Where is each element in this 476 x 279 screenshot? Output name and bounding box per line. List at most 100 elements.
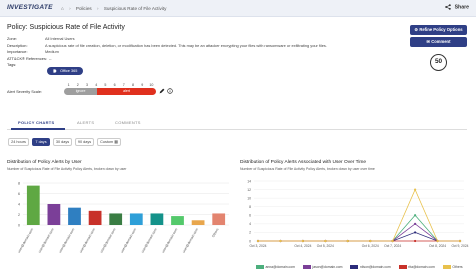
legend-label: jason@domain.com [312,265,343,269]
legend-swatch [398,265,407,269]
severity-number: 6 [113,83,116,87]
detail-value: All Internal Users [45,36,75,41]
breadcrumb-separator: › [97,5,99,11]
y-tick-label: 10 [247,196,251,200]
legend-item[interactable]: nilson@domain.com [350,264,391,270]
series-line [258,232,460,242]
x-tick-label: Oct 6, 2024 [362,244,379,248]
bar[interactable] [88,210,102,225]
x-tick-label: user@domain.com [99,227,116,253]
range-24-hours-button[interactable]: 24 hours [8,138,29,146]
bar[interactable] [150,213,164,225]
bar[interactable] [26,185,40,225]
legend-swatch [442,265,451,269]
detail-label: Description: [7,42,28,48]
data-point[interactable] [414,188,417,191]
line-chart-legend: anna@domain.com jason@domain.com nilson@do… [256,264,466,270]
tag-chip[interactable]: Office 365 [47,67,84,75]
data-point[interactable] [414,231,417,234]
refine-policy-options-button[interactable]: ⚙ Refine Policy Options [410,25,467,35]
data-point[interactable] [391,239,394,243]
severity-high-segment: alert [97,88,156,95]
severity-number: 3 [86,83,88,87]
tab-alerts[interactable]: ALERTS [77,120,94,125]
legend-swatch [256,265,264,269]
x-tick-label: Oct 3, 2024 [249,244,266,248]
custom-label: Custom [100,140,114,144]
bar[interactable] [191,220,205,225]
calendar-icon: ▦ [114,140,118,144]
bar[interactable] [109,213,123,225]
range-90-days-button[interactable]: 90 days [75,138,94,146]
data-point[interactable] [414,239,417,243]
legend-item[interactable]: rita@domain.com [398,264,435,270]
data-point[interactable] [369,239,372,243]
data-point[interactable] [414,222,417,225]
bar[interactable] [47,204,61,225]
x-tick-label: Others [211,227,220,238]
data-point[interactable] [256,239,260,243]
bar[interactable] [171,216,184,225]
severity-number: 8 [132,83,134,87]
legend-item[interactable]: Others [442,264,463,270]
edit-pencil-icon[interactable] [159,88,165,94]
data-point[interactable] [458,239,462,243]
x-tick-label: user@domain.com [161,227,178,253]
legend-item[interactable]: anna@domain.com [256,264,295,270]
info-icon[interactable] [167,88,173,94]
share-label: Share [454,4,469,11]
legend-label: anna@domain.com [265,265,295,269]
range-7-days-button[interactable]: 7 days [32,138,50,146]
x-tick-label: Oct 4, 2024 [294,244,311,248]
tab-comments[interactable]: COMMENTS [115,120,141,125]
tag-icon [53,69,57,73]
y-tick-label: 6 [249,214,251,218]
data-point[interactable] [414,214,417,217]
page-title: Policy: Suspicious Rate of File Activity [7,24,125,31]
y-tick-label: 12 [247,188,251,192]
severity-number: 5 [104,83,107,87]
detail-description: Description: A suspicious rate of file c… [7,43,337,50]
share-button[interactable]: Share [445,4,469,10]
breadcrumb-policies[interactable]: Policies [76,6,92,11]
range-custom-button[interactable]: Custom ▦ [97,138,121,146]
legend-item[interactable]: jason@domain.com [302,264,343,270]
detail-label: Importance: [7,49,28,55]
line-chart: 0 2 4 6 8 10 12 14 Oct 3, 2024 Oct 4, 2024 Oct 5, … [247,179,468,248]
comment-button[interactable]: ✉ Comment [410,37,467,47]
top-bar: INVESTIGATE ⌂ › Policies › Suspicious Ra… [0,0,476,17]
bar[interactable] [129,213,143,225]
y-tick-label: 4 [18,202,20,206]
severity-scale-bar[interactable]: ignore alert [64,88,156,95]
x-tick-label: user@domain.com [120,227,137,253]
bar[interactable] [212,213,226,225]
breadcrumb-home-icon[interactable]: ⌂ [61,6,64,11]
refine-label: Refine Policy Options [419,27,463,32]
legend-label: Others [452,265,463,269]
brand-logo: INVESTIGATE [7,4,53,11]
bar-chart: 02468user@domain.com user@domain.com user@… [17,181,229,254]
bar[interactable] [68,207,81,225]
detail-label: Tags: [7,62,17,68]
data-point[interactable] [324,239,327,243]
data-point[interactable] [301,239,304,243]
x-tick-label: user@domain.com [182,227,199,253]
severity-number: 10 [149,83,154,87]
line-chart-title: Distribution of Policy Alerts Associated… [240,160,367,165]
active-tab-indicator [11,128,65,130]
range-30-days-button[interactable]: 30 days [53,138,72,146]
severity-number: 7 [122,83,125,87]
data-point[interactable] [279,239,282,243]
tab-policy-charts[interactable]: POLICY CHARTS [18,120,55,125]
data-point[interactable] [436,239,439,243]
detail-label: ATT&CK® References: [7,55,47,61]
y-tick-label: 6 [18,192,20,196]
data-point[interactable] [346,239,349,243]
bar-chart-subtitle: Number of Suspicious Rate of File Activi… [7,167,127,171]
y-tick-label: 4 [249,222,251,226]
line-chart-subtitle: Number of Suspicious Rate of File Activi… [240,167,375,171]
x-tick-label: Oct 9, 2024 [451,244,468,248]
y-tick-label: 0 [18,223,20,227]
legend-swatch [350,265,359,269]
x-tick-label: user@domain.com [17,227,34,253]
